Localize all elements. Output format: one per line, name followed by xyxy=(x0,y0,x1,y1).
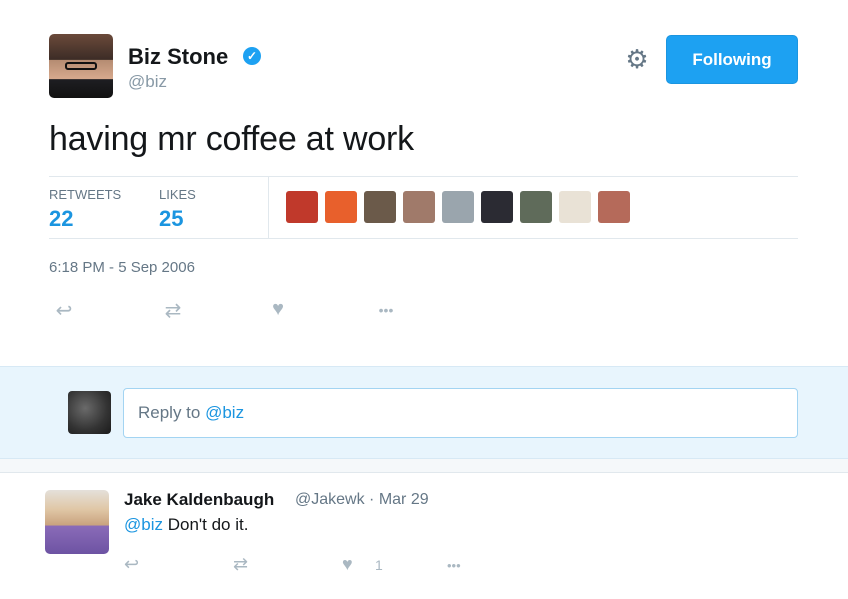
likes-stat[interactable]: LIKES 25 xyxy=(159,187,196,232)
retweets-count: 22 xyxy=(49,206,74,231)
tweet-timestamp[interactable]: 6:18 PM - 5 Sep 2006 xyxy=(49,259,195,276)
liker-avatar[interactable] xyxy=(598,191,630,223)
more-icon[interactable]: ••• xyxy=(371,302,401,318)
reply-mention: @biz xyxy=(205,403,245,422)
likes-count: 25 xyxy=(159,206,184,231)
more-icon[interactable]: ••• xyxy=(447,558,461,573)
reply-text-mention[interactable]: @biz xyxy=(124,515,163,534)
verified-badge-icon: ✓ xyxy=(243,47,261,65)
reply-author-avatar[interactable] xyxy=(45,490,109,554)
reply-input[interactable]: Reply to @biz xyxy=(123,388,798,438)
current-user-avatar xyxy=(68,391,111,434)
liker-avatar[interactable] xyxy=(520,191,552,223)
section-divider xyxy=(0,459,848,473)
reply-composer: Reply to @biz xyxy=(0,366,848,459)
stats-divider xyxy=(268,177,269,239)
reply-like-count: 1 xyxy=(375,557,383,573)
retweet-icon[interactable]: ⇄ xyxy=(158,298,188,323)
author-name[interactable]: Biz Stone xyxy=(128,44,228,70)
reply-author-name[interactable]: Jake Kaldenbaugh xyxy=(124,490,274,510)
liker-avatar[interactable] xyxy=(442,191,474,223)
retweet-icon[interactable]: ⇄ xyxy=(233,554,248,575)
liker-avatar[interactable] xyxy=(286,191,318,223)
reply-icon[interactable]: ↩ xyxy=(49,298,79,323)
reply-text: @biz Don't do it. xyxy=(124,515,248,535)
reply-tweet[interactable]: Jake Kaldenbaugh @Jakewk · Mar 29 @biz D… xyxy=(0,474,848,599)
reply-text-body: Don't do it. xyxy=(163,515,249,534)
reply-icon[interactable]: ↩ xyxy=(124,554,139,575)
reply-prefix: Reply to xyxy=(138,403,206,422)
retweets-stat[interactable]: RETWEETS 22 xyxy=(49,187,121,232)
reply-author-meta[interactable]: @Jakewk · Mar 29 xyxy=(295,491,429,509)
liker-avatar[interactable] xyxy=(403,191,435,223)
following-button[interactable]: Following xyxy=(666,35,798,84)
retweets-label: RETWEETS xyxy=(49,187,122,202)
tweet-stats: RETWEETS 22 LIKES 25 xyxy=(49,176,798,239)
likes-label: LIKES xyxy=(159,187,196,202)
avatar-glasses xyxy=(65,62,97,70)
liker-avatar[interactable] xyxy=(481,191,513,223)
liker-avatar[interactable] xyxy=(325,191,357,223)
liker-avatar[interactable] xyxy=(364,191,396,223)
author-handle[interactable]: @biz xyxy=(128,72,167,92)
heart-icon[interactable]: ♥ xyxy=(263,298,293,321)
liker-avatar[interactable] xyxy=(559,191,591,223)
likers-avatars xyxy=(286,191,637,223)
heart-icon[interactable]: ♥ xyxy=(342,554,353,575)
gear-icon[interactable]: ⚙ xyxy=(622,44,652,74)
tweet-text: having mr coffee at work xyxy=(49,120,414,158)
author-avatar[interactable] xyxy=(49,34,113,98)
tweet-detail: Biz Stone ✓ @biz ⚙ Following having mr c… xyxy=(0,0,848,366)
